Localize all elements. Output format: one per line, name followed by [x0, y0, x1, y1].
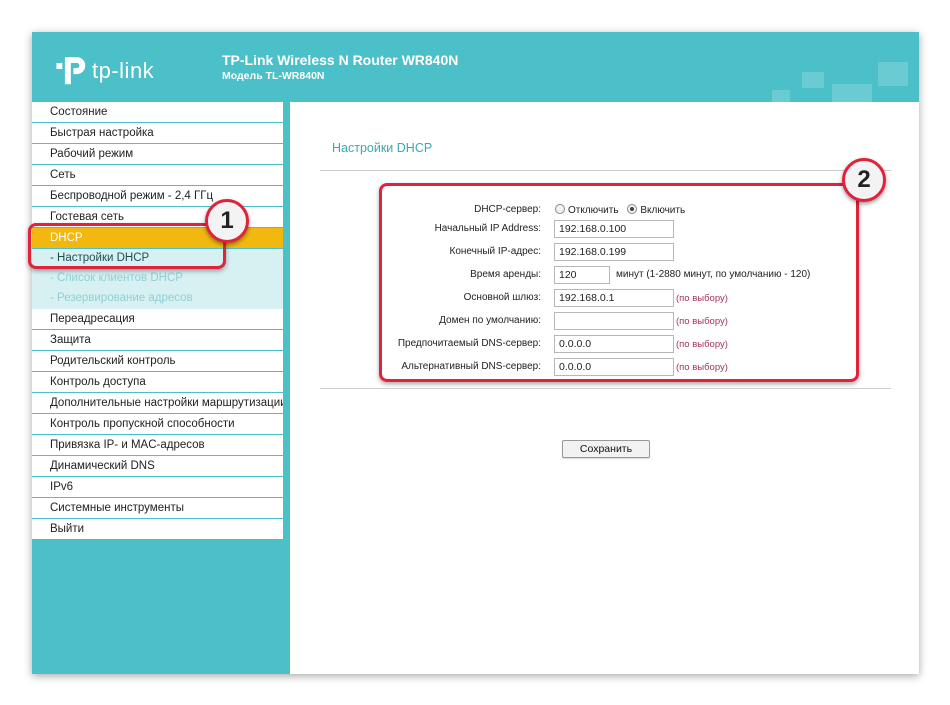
callout-2-badge: 2 — [842, 158, 886, 202]
sidebar-item-ipv6[interactable]: IPv6 — [32, 477, 283, 498]
sidebar-item-address-reservation[interactable]: - Резервирование адресов — [32, 289, 283, 309]
sidebar-item-quick-setup[interactable]: Быстрая настройка — [32, 123, 283, 144]
save-button[interactable]: Сохранить — [562, 440, 650, 458]
sidebar-item-dhcp-clients[interactable]: - Список клиентов DHCP — [32, 269, 283, 289]
header-decoration — [832, 84, 872, 102]
header-decoration — [878, 62, 908, 86]
header-decoration — [772, 90, 790, 102]
sidebar-item-operation-mode[interactable]: Рабочий режим — [32, 144, 283, 165]
sidebar-item-network[interactable]: Сеть — [32, 165, 283, 186]
product-title: TP-Link Wireless N Router WR840N — [222, 52, 459, 68]
sidebar-item-system-tools[interactable]: Системные инструменты — [32, 498, 283, 519]
logo-text: tp-link — [92, 58, 155, 83]
tp-link-logo-icon — [56, 57, 86, 85]
sidebar-item-ip-mac-binding[interactable]: Привязка IP- и MAC-адресов — [32, 435, 283, 456]
header-bar: tp-link TP-Link Wireless N Router WR840N… — [32, 32, 919, 102]
divider-bottom — [320, 388, 891, 389]
sidebar-item-status[interactable]: Состояние — [32, 102, 283, 123]
sidebar-item-wireless[interactable]: Беспроводной режим - 2,4 ГГц — [32, 186, 283, 207]
sidebar-item-parental-control[interactable]: Родительский контроль — [32, 351, 283, 372]
sidebar-item-bandwidth-control[interactable]: Контроль пропускной способности — [32, 414, 283, 435]
sidebar-item-logout[interactable]: Выйти — [32, 519, 283, 540]
callout-2-highlight — [379, 183, 859, 382]
callout-1-highlight — [28, 223, 226, 269]
sidebar-item-access-control[interactable]: Контроль доступа — [32, 372, 283, 393]
product-model: Модель TL-WR840N — [222, 70, 325, 82]
callout-1-badge: 1 — [205, 199, 249, 243]
sidebar-item-security[interactable]: Защита — [32, 330, 283, 351]
sidebar: Состояние Быстрая настройка Рабочий режи… — [32, 102, 283, 674]
sidebar-menu: Состояние Быстрая настройка Рабочий режи… — [32, 102, 283, 540]
sidebar-item-dynamic-dns[interactable]: Динамический DNS — [32, 456, 283, 477]
page-title: Настройки DHCP — [332, 141, 433, 155]
sidebar-item-forwarding[interactable]: Переадресация — [32, 309, 283, 330]
divider-top — [320, 170, 891, 171]
sidebar-item-advanced-routing[interactable]: Дополнительные настройки маршрутизации — [32, 393, 283, 414]
header-decoration — [802, 72, 824, 88]
